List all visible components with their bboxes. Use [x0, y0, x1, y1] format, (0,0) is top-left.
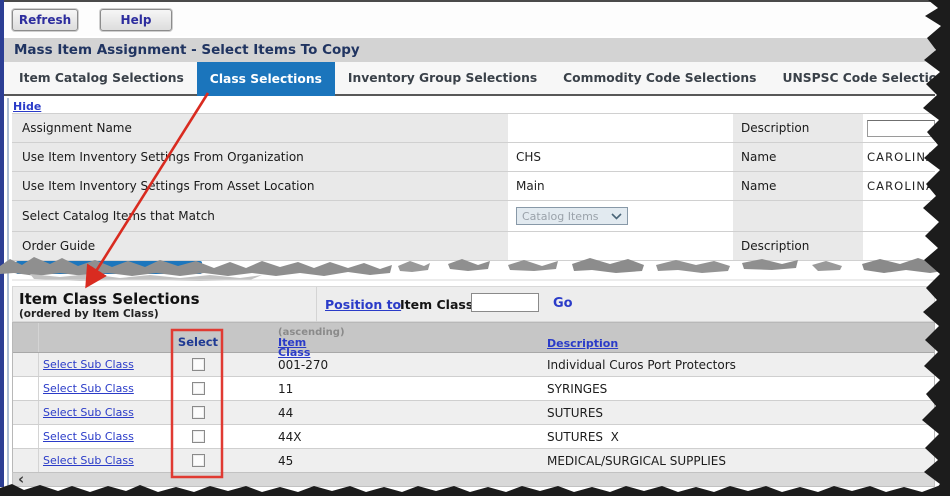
page-title: Mass Item Assignment - Select Items To C…: [4, 38, 935, 62]
app-window: Refresh Help Mass Item Assignment - Sele…: [0, 0, 950, 496]
tab-class-selections[interactable]: Class Selections: [197, 62, 335, 96]
asset-location-name-value: CAROLINA HE: [863, 172, 935, 200]
table-header: Select (ascending) Item Class Descriptio…: [13, 323, 934, 353]
table-row: Select Sub Class 45 MEDICAL/SURGICAL SUP…: [13, 449, 934, 473]
table-row: Select Sub Class 001-270 Individual Curo…: [13, 353, 934, 377]
header-spacer: [13, 323, 39, 352]
catalog-match-spacer2: [863, 201, 935, 231]
organization-label: Use Item Inventory Settings From Organiz…: [12, 143, 508, 171]
form-row-asset-location: Use Item Inventory Settings From Asset L…: [12, 172, 935, 201]
select-sub-class-link[interactable]: Select Sub Class: [43, 358, 134, 371]
row-checkbox[interactable]: [192, 430, 205, 443]
position-to-link[interactable]: Position to: [325, 297, 401, 312]
item-class-cell: 001-270: [223, 353, 542, 376]
description-cell: SYRINGES: [542, 377, 934, 400]
select-sub-class-link[interactable]: Select Sub Class: [43, 382, 134, 395]
description-input[interactable]: [867, 120, 935, 137]
description-cell: SUTURES: [542, 401, 934, 424]
panel-subtitle: (ordered by Item Class): [19, 308, 159, 320]
table-row: Select Sub Class 11 SYRINGES: [13, 377, 934, 401]
content-edge: [7, 98, 9, 487]
position-to-field-label: Item Class: [400, 297, 473, 312]
form-row-catalog-match: Select Catalog Items that Match Catalog …: [12, 201, 935, 232]
description-cell: MEDICAL/SURGICAL SUPPLIES: [542, 449, 934, 472]
horizontal-scrollbar[interactable]: ‹: [12, 472, 935, 487]
item-class-cell: 44: [223, 401, 542, 424]
form-row-organization: Use Item Inventory Settings From Organiz…: [12, 143, 935, 172]
asset-location-label: Use Item Inventory Settings From Asset L…: [12, 172, 508, 200]
panel-title: Item Class Selections: [19, 290, 200, 308]
organization-value: CHS: [508, 143, 733, 171]
select-sub-class-link[interactable]: Select Sub Class: [43, 430, 134, 443]
catalog-match-spacer: [733, 201, 863, 231]
row-checkbox[interactable]: [192, 454, 205, 467]
table-row: Select Sub Class 44 SUTURES: [13, 401, 934, 425]
tab-item-catalog-selections[interactable]: Item Catalog Selections: [6, 62, 197, 94]
item-class-cell: 45: [223, 449, 542, 472]
tab-unspsc-code-selections[interactable]: UNSPSC Code Selections: [769, 62, 950, 94]
toolbar: Refresh Help: [4, 2, 935, 36]
assignment-name-value: [508, 114, 733, 142]
sort-description-link[interactable]: Description: [547, 337, 618, 350]
sort-item-link[interactable]: Item: [278, 338, 542, 348]
header-subclass-spacer: [39, 323, 173, 352]
item-class-table: Select (ascending) Item Class Descriptio…: [12, 322, 935, 474]
refresh-button[interactable]: Refresh: [12, 9, 78, 31]
select-sub-class-link[interactable]: Select Sub Class: [43, 454, 134, 467]
tab-inventory-group-selections[interactable]: Inventory Group Selections: [335, 62, 550, 94]
scroll-left-icon[interactable]: ‹: [18, 470, 24, 488]
item-class-column-header: (ascending) Item Class: [223, 323, 542, 352]
form-row-assignment-name: Assignment Name Description: [12, 114, 935, 143]
tab-commodity-code-selections[interactable]: Commodity Code Selections: [550, 62, 769, 94]
help-button[interactable]: Help: [100, 9, 172, 31]
description-column-header: Description: [542, 323, 934, 352]
tab-bar: Item Catalog Selections Class Selections…: [4, 62, 935, 96]
catalog-items-dropdown[interactable]: Catalog Items: [516, 207, 628, 225]
assignment-form: Assignment Name Description Use Item Inv…: [12, 113, 935, 261]
assignment-name-label: Assignment Name: [12, 114, 508, 142]
hide-link[interactable]: Hide: [13, 100, 41, 113]
item-class-panel-header: Item Class Selections (ordered by Item C…: [12, 286, 935, 322]
torn-divider: [0, 252, 950, 286]
row-checkbox[interactable]: [192, 382, 205, 395]
description-cell: SUTURES X: [542, 425, 934, 448]
catalog-items-dropdown-value: Catalog Items: [522, 210, 599, 223]
row-checkbox[interactable]: [192, 406, 205, 419]
table-row: Select Sub Class 44X SUTURES X: [13, 425, 934, 449]
item-class-cell: 11: [223, 377, 542, 400]
description-label: Description: [733, 114, 863, 142]
select-sub-class-link[interactable]: Select Sub Class: [43, 406, 134, 419]
item-class-cell: 44X: [223, 425, 542, 448]
organization-name-value: CAROLINA HE: [863, 143, 935, 171]
go-button[interactable]: Go: [553, 296, 573, 311]
row-checkbox[interactable]: [192, 358, 205, 371]
panel-divider: [316, 287, 317, 323]
catalog-match-label: Select Catalog Items that Match: [12, 201, 508, 231]
select-column-header: Select: [173, 323, 223, 352]
description-cell: Individual Curos Port Protectors: [542, 353, 934, 376]
chevron-down-icon: [611, 213, 622, 220]
asset-location-value: Main: [508, 172, 733, 200]
organization-name-label: Name: [733, 143, 863, 171]
asset-location-name-label: Name: [733, 172, 863, 200]
position-to-input[interactable]: [471, 293, 539, 312]
